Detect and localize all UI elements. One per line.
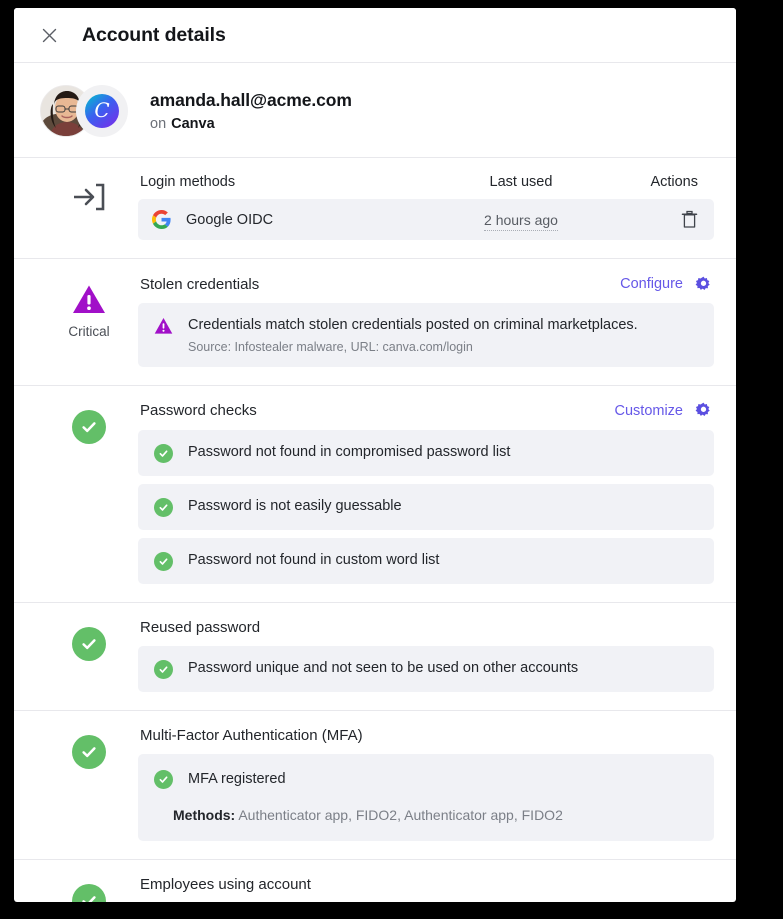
alert-source: Source: Infostealer malware, URL: canva.… — [188, 339, 473, 354]
section-title: Reused password — [140, 618, 261, 636]
section-mfa: Multi-Factor Authentication (MFA) MFA re… — [14, 711, 736, 861]
stolen-credentials-actions: Configure — [620, 275, 712, 293]
check-circle-icon — [154, 769, 173, 789]
list-item: Password not found in custom word list — [138, 537, 714, 584]
page-title: Account details — [82, 23, 226, 46]
employees-body: Employees using account amanda.hall@acme… — [138, 876, 714, 902]
table-row[interactable]: Google OIDC 2 hours ago — [138, 199, 714, 240]
check-circle-icon — [154, 443, 173, 463]
password-checks-status — [40, 402, 138, 584]
alert-icon-wrapper — [154, 316, 173, 340]
check-circle-icon — [154, 659, 173, 679]
on-label: on — [150, 116, 167, 132]
password-checks-header: Password checks Customize — [138, 402, 714, 430]
column-header-actions: Actions — [650, 174, 698, 190]
check-icon-wrapper — [154, 497, 173, 517]
check-label: Password not found in compromised passwo… — [188, 443, 511, 460]
column-header-method: Login methods — [140, 174, 236, 190]
close-icon[interactable] — [36, 22, 62, 48]
section-title: Password checks — [140, 402, 257, 420]
reused-password-header: Reused password — [138, 619, 714, 646]
list-item: Password is not easily guessable — [138, 483, 714, 530]
stolen-credentials-header: Stolen credentials Configure — [138, 275, 714, 303]
identity-text: amanda.hall@acme.com on Canva — [150, 90, 352, 132]
check-icon-wrapper — [154, 551, 173, 571]
app-name: Canva — [171, 116, 215, 132]
password-checks-body: Password checks Customize Password not f… — [138, 402, 714, 584]
section-title: Stolen credentials — [140, 275, 260, 293]
mfa-registered-label: MFA registered — [188, 770, 286, 787]
trash-icon — [681, 210, 698, 228]
account-details-panel: Account details C amanda.hall@acme.com o… — [14, 8, 736, 902]
account-app: on Canva — [150, 116, 352, 132]
mfa-tile: MFA registered Methods: Authenticator ap… — [138, 753, 714, 842]
mfa-status — [40, 727, 138, 842]
mfa-methods-value: Authenticator app, FIDO2, Authenticator … — [238, 807, 563, 824]
check-text: Password is not easily guessable — [188, 497, 698, 517]
stolen-credentials-status: Critical — [40, 275, 138, 367]
check-icon-wrapper — [154, 659, 173, 679]
section-login-methods: Login methods Last used Actions Google O… — [14, 158, 736, 259]
gear-icon[interactable] — [694, 402, 712, 420]
app-badge: C — [76, 85, 128, 137]
alert-text: Credentials match stolen credentials pos… — [188, 316, 698, 354]
check-text: Password not found in custom word list — [188, 551, 698, 571]
login-arrow-icon — [74, 183, 105, 211]
check-circle-icon — [72, 409, 106, 444]
google-logo-icon — [152, 210, 171, 229]
login-methods-body: Login methods Last used Actions Google O… — [138, 174, 714, 240]
employees-header: Employees using account — [138, 876, 714, 902]
login-method-last-used: 2 hours ago — [436, 211, 606, 231]
check-label: Password not found in custom word list — [188, 551, 440, 568]
column-header-last-used: Last used — [489, 174, 553, 190]
check-circle-icon — [154, 551, 173, 571]
check-text: Password not found in compromised passwo… — [188, 443, 698, 463]
delete-login-method-button[interactable] — [606, 210, 698, 229]
check-circle-icon — [72, 626, 106, 661]
last-used-value[interactable]: 2 hours ago — [484, 211, 558, 231]
customize-link[interactable]: Customize — [615, 403, 684, 419]
check-circle-icon — [154, 497, 173, 517]
section-reused-password: Reused password Password unique and not … — [14, 603, 736, 711]
warning-triangle-icon — [73, 285, 105, 313]
account-identity: C amanda.hall@acme.com on Canva — [14, 63, 736, 158]
check-circle-icon — [72, 734, 106, 769]
list-item: Password not found in compromised passwo… — [138, 429, 714, 476]
section-password-checks: Password checks Customize Password not f… — [14, 386, 736, 603]
mfa-methods-row: Methods: Authenticator app, FIDO2, Authe… — [154, 807, 698, 823]
section-employees: Employees using account amanda.hall@acme… — [14, 860, 736, 902]
login-methods-table-header: Login methods Last used Actions — [138, 174, 714, 199]
gear-icon[interactable] — [694, 275, 712, 293]
mfa-registered-row: MFA registered — [154, 769, 698, 790]
account-email: amanda.hall@acme.com — [150, 90, 352, 110]
warning-triangle-icon — [154, 318, 173, 334]
section-title: Multi-Factor Authentication (MFA) — [140, 726, 363, 744]
password-checks-actions: Customize — [615, 402, 713, 420]
check-circle-icon — [72, 884, 106, 902]
mfa-body: Multi-Factor Authentication (MFA) MFA re… — [138, 727, 714, 842]
mfa-methods-label: Methods: — [173, 807, 236, 824]
stolen-credentials-body: Stolen credentials Configure Credentials… — [138, 275, 714, 367]
stolen-credentials-alert: Credentials match stolen credentials pos… — [138, 303, 714, 367]
list-item: Password unique and not seen to be used … — [138, 645, 714, 692]
status-badge: Critical — [68, 324, 110, 339]
configure-link[interactable]: Configure — [620, 276, 683, 292]
login-methods-status — [40, 174, 138, 240]
check-label: Password unique and not seen to be used … — [188, 659, 579, 676]
reused-password-status — [40, 619, 138, 692]
section-stolen-credentials: Critical Stolen credentials Configure Cr… — [14, 259, 736, 386]
panel-header: Account details — [14, 8, 736, 63]
mfa-header: Multi-Factor Authentication (MFA) — [138, 727, 714, 754]
alert-message: Credentials match stolen credentials pos… — [188, 317, 638, 333]
employees-status — [40, 876, 138, 902]
check-label: Password is not easily guessable — [188, 497, 402, 514]
login-method-name: Google OIDC — [186, 211, 274, 228]
check-icon-wrapper — [154, 443, 173, 463]
section-title: Employees using account — [140, 876, 311, 894]
avatar-stack: C — [40, 85, 128, 137]
check-text: Password unique and not seen to be used … — [188, 659, 698, 679]
reused-password-body: Reused password Password unique and not … — [138, 619, 714, 692]
canva-logo-icon: C — [85, 94, 119, 128]
login-method-cell: Google OIDC — [152, 210, 436, 229]
